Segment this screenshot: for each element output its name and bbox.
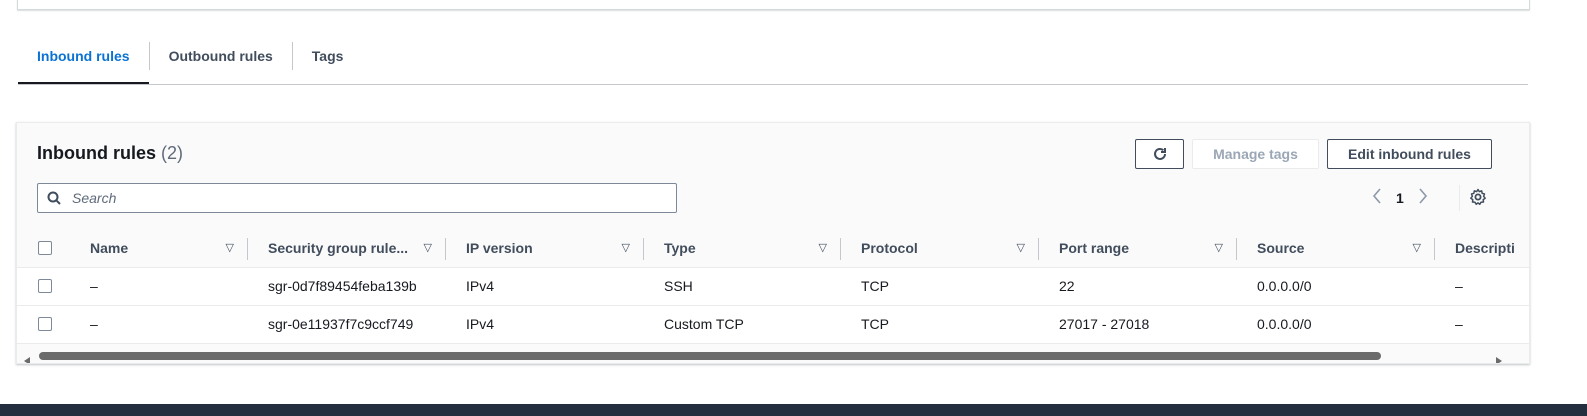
- select-all-cell: [17, 229, 70, 268]
- cell-protocol: TCP: [841, 267, 1039, 306]
- tab-outbound-rules[interactable]: Outbound rules: [150, 40, 292, 72]
- column-header-protocol[interactable]: Protocol ▽: [841, 229, 1039, 268]
- cell-name: –: [70, 267, 248, 306]
- inbound-rules-table: Name ▽ Security group rule... ▽ IP version…: [17, 229, 1529, 344]
- row-checkbox[interactable]: [38, 317, 52, 331]
- tab-tags[interactable]: Tags: [293, 40, 363, 72]
- cell-name: –: [70, 305, 248, 344]
- sort-icon: ▽: [818, 242, 827, 255]
- table-row[interactable]: – sgr-0e11937f7c9ccf749 IPv4 Custom TCP …: [17, 305, 1529, 344]
- column-header-port-range[interactable]: Port range ▽: [1039, 229, 1237, 268]
- inbound-rules-panel: Inbound rules (2) Manage tags Edit inbou…: [16, 122, 1530, 364]
- column-header-source[interactable]: Source ▽: [1237, 229, 1435, 268]
- search-field[interactable]: [37, 183, 677, 213]
- scroll-right-icon[interactable]: [1495, 352, 1503, 363]
- column-header-type[interactable]: Type ▽: [644, 229, 841, 268]
- cell-type: Custom TCP: [644, 305, 841, 344]
- cell-rule-id: sgr-0e11937f7c9ccf749: [248, 305, 446, 344]
- tab-inbound-rules[interactable]: Inbound rules: [18, 40, 149, 84]
- refresh-button[interactable]: [1135, 139, 1184, 169]
- horizontal-scrollbar[interactable]: [17, 349, 1529, 363]
- gear-icon[interactable]: [1469, 188, 1487, 211]
- row-checkbox[interactable]: [38, 279, 52, 293]
- panel-title-text: Inbound rules: [37, 143, 156, 163]
- cell-port-range: 22: [1039, 267, 1237, 306]
- cell-description: –: [1435, 267, 1529, 306]
- table-header-row: Name ▽ Security group rule... ▽ IP version…: [17, 229, 1529, 268]
- tab-bar: Inbound rules Outbound rules Tags: [18, 40, 1528, 85]
- pagination: 1: [1372, 185, 1428, 211]
- pagination-divider: [1459, 185, 1460, 211]
- sort-icon: ▽: [225, 242, 234, 255]
- sort-icon: ▽: [1412, 242, 1421, 255]
- details-card: [17, 0, 1530, 10]
- search-input[interactable]: [70, 189, 664, 207]
- cell-type: SSH: [644, 267, 841, 306]
- panel-title: Inbound rules (2): [37, 143, 183, 164]
- cell-source: 0.0.0.0/0: [1237, 267, 1435, 306]
- next-page-icon[interactable]: [1418, 187, 1428, 209]
- column-header-rule-id[interactable]: Security group rule... ▽: [248, 229, 446, 268]
- page-number[interactable]: 1: [1392, 190, 1408, 206]
- edit-inbound-rules-button[interactable]: Edit inbound rules: [1327, 139, 1492, 169]
- console-footer: [0, 404, 1587, 416]
- sort-icon: ▽: [621, 242, 630, 255]
- previous-page-icon[interactable]: [1372, 187, 1382, 209]
- security-group-details-page: Inbound rules Outbound rules Tags Inboun…: [0, 0, 1587, 416]
- scrollbar-thumb[interactable]: [39, 352, 1381, 360]
- manage-tags-button[interactable]: Manage tags: [1192, 139, 1319, 169]
- sort-icon: ▽: [1214, 242, 1223, 255]
- sort-icon: ▽: [423, 242, 432, 255]
- row-select-cell: [17, 305, 70, 344]
- cell-ip-version: IPv4: [446, 305, 644, 344]
- cell-rule-id: sgr-0d7f89454feba139b: [248, 267, 446, 306]
- cell-port-range: 27017 - 27018: [1039, 305, 1237, 344]
- row-select-cell: [17, 267, 70, 306]
- scroll-left-icon[interactable]: [23, 352, 31, 363]
- column-header-ip-version[interactable]: IP version ▽: [446, 229, 644, 268]
- sort-icon: ▽: [1016, 242, 1025, 255]
- refresh-icon: [1153, 147, 1166, 160]
- cell-source: 0.0.0.0/0: [1237, 305, 1435, 344]
- column-header-name[interactable]: Name ▽: [70, 229, 248, 268]
- cell-description: –: [1435, 305, 1529, 344]
- column-header-description[interactable]: Descripti: [1435, 229, 1529, 268]
- search-icon: [38, 191, 70, 205]
- select-all-checkbox[interactable]: [38, 240, 52, 255]
- cell-protocol: TCP: [841, 305, 1039, 344]
- table-row[interactable]: – sgr-0d7f89454feba139b IPv4 SSH TCP 22 …: [17, 267, 1529, 306]
- rules-count: (2): [161, 143, 184, 163]
- cell-ip-version: IPv4: [446, 267, 644, 306]
